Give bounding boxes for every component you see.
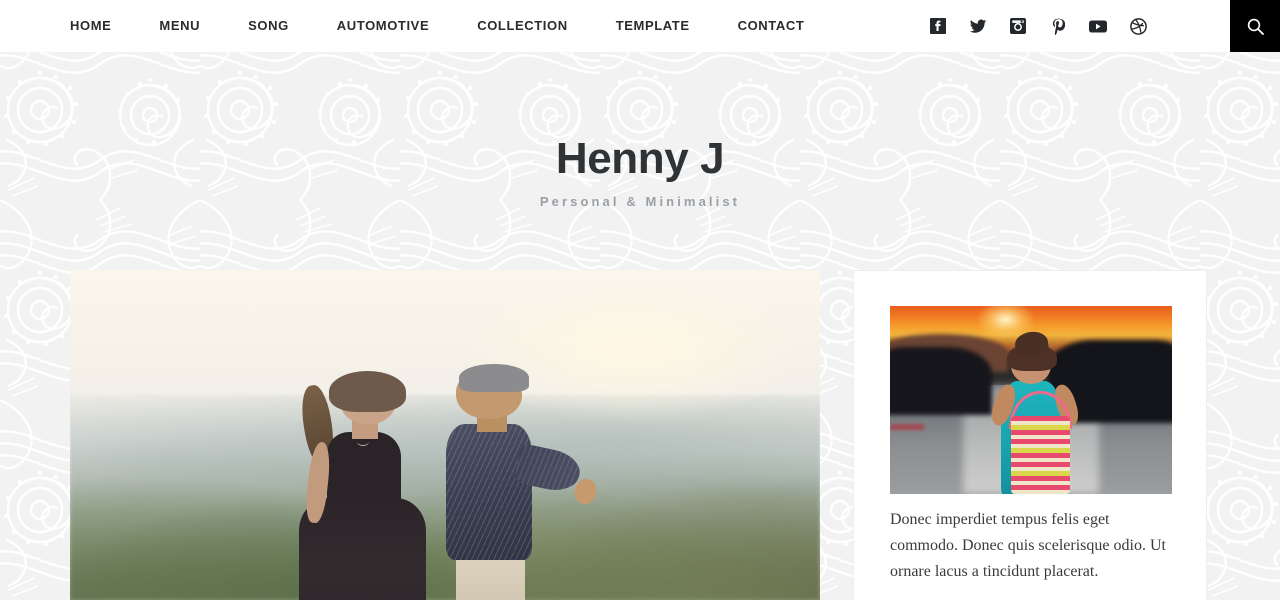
nav-link-collection[interactable]: COLLECTION bbox=[453, 0, 592, 52]
widget-treeline-left bbox=[890, 347, 992, 416]
youtube-link[interactable] bbox=[1078, 0, 1118, 52]
dribbble-link[interactable] bbox=[1118, 0, 1158, 52]
site-header: Henny J Personal & Minimalist bbox=[0, 52, 1280, 267]
site-title[interactable]: Henny J bbox=[556, 136, 725, 181]
facebook-link[interactable] bbox=[918, 0, 958, 52]
content-area: Donec imperdiet tempus felis eget commod… bbox=[0, 267, 1280, 600]
instagram-link[interactable] bbox=[998, 0, 1038, 52]
widget-curb-marker bbox=[890, 424, 924, 431]
search-icon bbox=[1246, 17, 1265, 36]
social-item-dribbble[interactable] bbox=[1118, 0, 1158, 52]
facebook-icon bbox=[930, 18, 946, 34]
nav-item-contact[interactable]: CONTACT bbox=[714, 0, 829, 52]
nav-item-song[interactable]: SONG bbox=[224, 0, 313, 52]
featured-post-image[interactable] bbox=[70, 270, 820, 600]
top-navigation-bar: HOME MENU SONG AUTOMOTIVE COLLECTION TEM… bbox=[0, 0, 1280, 52]
social-item-youtube[interactable] bbox=[1078, 0, 1118, 52]
girl-hair bbox=[329, 370, 406, 413]
search-toggle-button[interactable] bbox=[1230, 0, 1280, 52]
nav-link-template[interactable]: TEMPLATE bbox=[592, 0, 714, 52]
nav-item-home[interactable]: HOME bbox=[70, 0, 135, 52]
primary-nav-menu: HOME MENU SONG AUTOMOTIVE COLLECTION TEM… bbox=[70, 0, 828, 52]
sidebar-widget-text: Donec imperdiet tempus felis eget commod… bbox=[890, 511, 1166, 580]
social-links-list bbox=[918, 0, 1158, 52]
pinterest-link[interactable] bbox=[1038, 0, 1078, 52]
featured-post-card[interactable] bbox=[70, 270, 820, 600]
hero-child-girl bbox=[296, 370, 427, 600]
site-tagline: Personal & Minimalist bbox=[539, 193, 741, 209]
hero-child-boy bbox=[426, 363, 599, 600]
sidebar-widget-card: Donec imperdiet tempus felis eget commod… bbox=[853, 270, 1207, 600]
instagram-icon bbox=[1010, 18, 1026, 34]
social-item-facebook[interactable] bbox=[918, 0, 958, 52]
nav-item-template[interactable]: TEMPLATE bbox=[592, 0, 714, 52]
nav-item-automotive[interactable]: AUTOMOTIVE bbox=[313, 0, 453, 52]
youtube-icon bbox=[1089, 20, 1107, 33]
nav-link-contact[interactable]: CONTACT bbox=[714, 0, 829, 52]
nav-link-song[interactable]: SONG bbox=[224, 0, 313, 52]
nav-link-automotive[interactable]: AUTOMOTIVE bbox=[313, 0, 453, 52]
nav-item-menu[interactable]: MENU bbox=[135, 0, 224, 52]
twitter-icon bbox=[969, 18, 987, 34]
widget-striped-bag bbox=[1010, 416, 1071, 494]
dribbble-icon bbox=[1129, 17, 1147, 35]
widget-child-girl bbox=[986, 330, 1083, 494]
twitter-link[interactable] bbox=[958, 0, 998, 52]
social-item-instagram[interactable] bbox=[998, 0, 1038, 52]
social-item-twitter[interactable] bbox=[958, 0, 998, 52]
pinterest-icon bbox=[1052, 18, 1065, 35]
boy-hair bbox=[459, 363, 529, 392]
social-item-pinterest[interactable] bbox=[1038, 0, 1078, 52]
nav-link-home[interactable]: HOME bbox=[70, 0, 135, 52]
boy-shirt bbox=[446, 424, 532, 560]
sidebar-widget-image[interactable] bbox=[890, 306, 1172, 494]
nav-item-collection[interactable]: COLLECTION bbox=[453, 0, 592, 52]
nav-link-menu[interactable]: MENU bbox=[135, 0, 224, 52]
